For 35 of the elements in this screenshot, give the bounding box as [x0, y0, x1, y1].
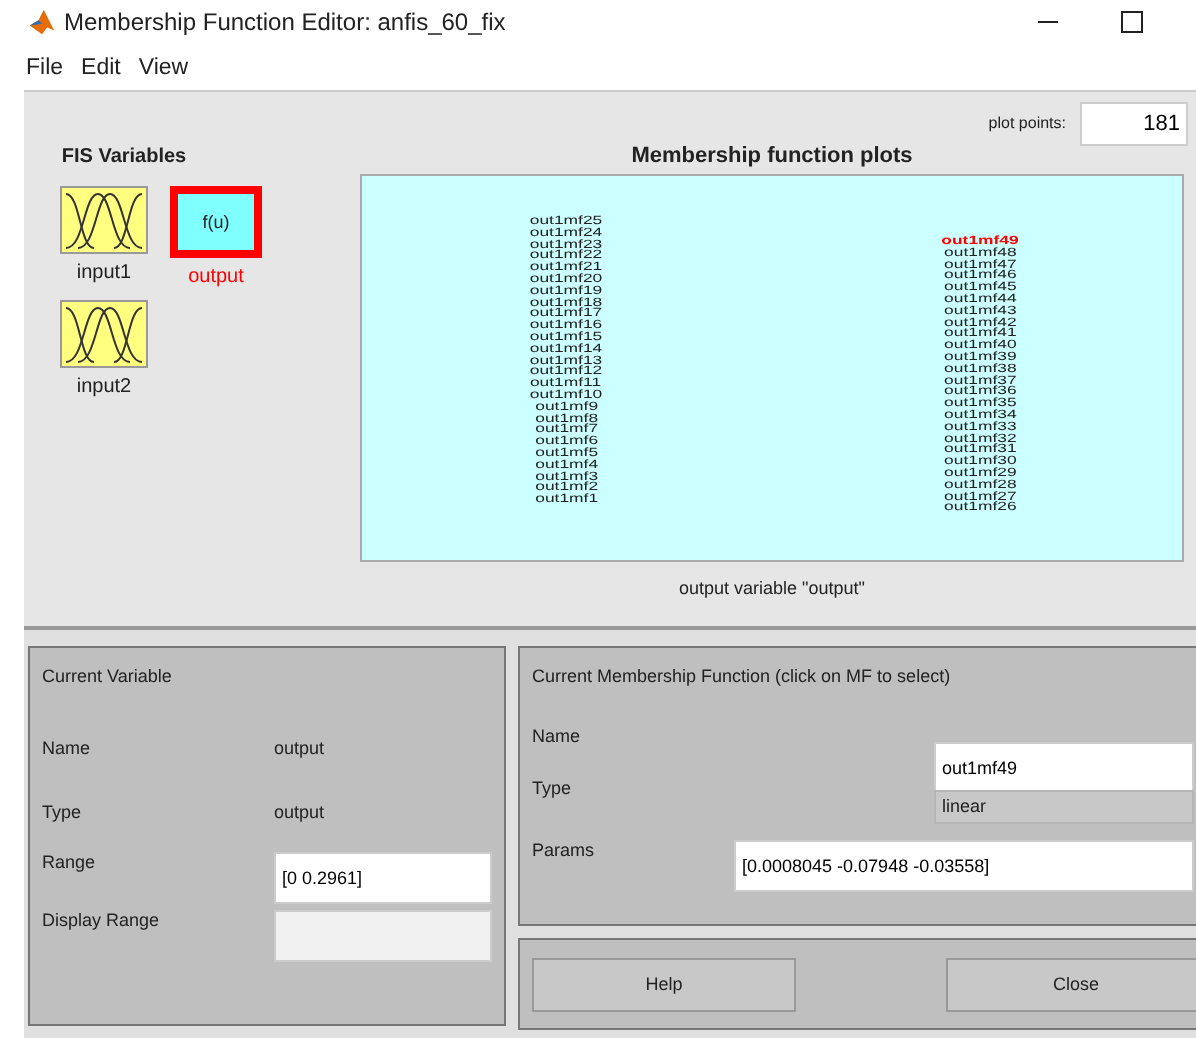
field-label: Range	[42, 852, 98, 872]
field-label: Display Range	[42, 910, 162, 930]
panel-title: Current Variable	[42, 666, 174, 686]
membership-curves-icon[interactable]	[60, 300, 148, 368]
help-button[interactable]: Help	[532, 957, 796, 1011]
range-field[interactable]: [0 0.2961]	[274, 852, 492, 904]
field-label: Name	[532, 726, 583, 746]
close-button[interactable]: Close	[946, 957, 1196, 1011]
panel-title: Current Membership Function (click on MF to select)	[532, 666, 953, 686]
membership-curves-icon[interactable]	[60, 186, 148, 254]
params-field[interactable]: [0.0008045 -0.07948 -0.03558]	[734, 840, 1194, 892]
plot-points-field[interactable]: 181	[1080, 102, 1188, 146]
app-logo-icon	[28, 8, 56, 36]
display-range-field[interactable]	[274, 910, 492, 962]
output-function-box[interactable]: f(u)	[170, 186, 262, 258]
window-title: Membership Function Editor: anfis_60_fix	[64, 8, 508, 36]
field-value: output	[274, 738, 325, 758]
mf-name-field[interactable]: out1mf49	[934, 742, 1194, 794]
plot-area[interactable]	[360, 174, 1184, 562]
variable-label: input2	[76, 376, 132, 398]
menu-item[interactable]: View	[138, 55, 189, 79]
field-label: Type	[532, 778, 574, 798]
variable-label: output	[188, 266, 244, 288]
plot-title: Membership function plots	[629, 144, 915, 168]
field-label: Name	[42, 738, 93, 758]
field-label: Type	[42, 802, 84, 822]
field-value: output	[274, 802, 325, 822]
plot-caption: output variable "output"	[677, 578, 867, 598]
variable-label: input1	[76, 262, 132, 284]
panel-title: FIS Variables	[59, 146, 189, 168]
menu-item[interactable]: Edit	[81, 55, 121, 79]
menu-item[interactable]: File	[26, 55, 64, 79]
field-label: Params	[532, 840, 597, 860]
plot-points-label: plot points:	[988, 114, 1066, 132]
maximize-icon[interactable]	[1120, 10, 1144, 34]
